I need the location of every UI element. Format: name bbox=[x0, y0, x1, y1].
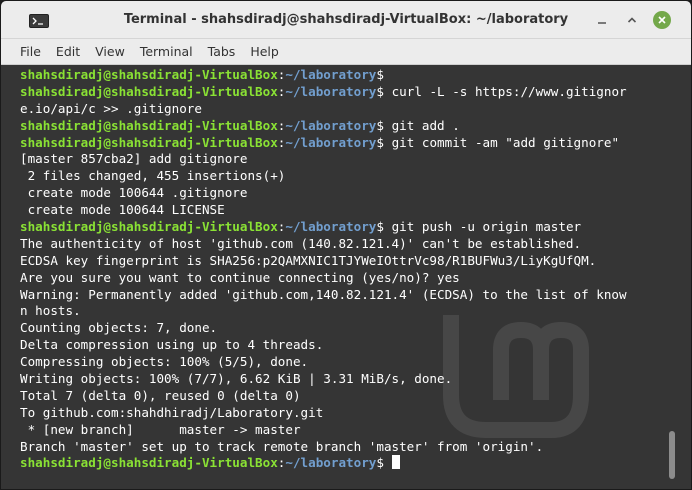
minimize-button[interactable] bbox=[593, 11, 611, 29]
prompt-path: ~/laboratory bbox=[285, 117, 377, 133]
output-text: Counting objects: 7, done. bbox=[20, 320, 218, 336]
output-line: Writing objects: 100% (7/7), 6.62 KiB | … bbox=[20, 371, 627, 388]
window-title: Terminal - shahsdiradj@shahsdiradj-Virtu… bbox=[123, 12, 569, 27]
title-bar[interactable]: Terminal - shahsdiradj@shahsdiradj-Virtu… bbox=[1, 1, 691, 39]
output-line: create mode 100644 .gitignore bbox=[20, 185, 627, 202]
command-text bbox=[384, 455, 392, 470]
output-line: [master 857cba2] add gitignore bbox=[20, 151, 627, 168]
prompt-user: shahsdiradj@shahsdiradj-VirtualBox bbox=[20, 134, 278, 150]
output-line: * [new branch] master -> master bbox=[20, 422, 627, 439]
output-text: Writing objects: 100% (7/7), 6.62 KiB | … bbox=[20, 371, 453, 387]
prompt-user: shahsdiradj@shahsdiradj-VirtualBox bbox=[20, 455, 278, 471]
output-text: To github.com:shahdhiradj/Laboratory.git bbox=[20, 404, 324, 420]
menu-tabs[interactable]: Tabs bbox=[208, 44, 236, 59]
output-line: ECDSA key fingerprint is SHA256:p2QAMXNI… bbox=[20, 253, 627, 270]
minimize-icon bbox=[598, 22, 606, 24]
output-text: Delta compression using up to 4 threads. bbox=[20, 337, 324, 353]
output-line: Branch 'master' set up to track remote b… bbox=[20, 439, 627, 456]
output-text: Branch 'master' set up to track remote b… bbox=[20, 438, 544, 454]
prompt-user: shahsdiradj@shahsdiradj-VirtualBox bbox=[20, 83, 278, 99]
output-text: create mode 100644 .gitignore bbox=[20, 185, 248, 201]
prompt-path: ~/laboratory bbox=[285, 134, 377, 150]
prompt-line: shahsdiradj@shahsdiradj-VirtualBox:~/lab… bbox=[20, 219, 627, 236]
prompt-line: shahsdiradj@shahsdiradj-VirtualBox:~/lab… bbox=[20, 67, 627, 84]
prompt-symbol: $ bbox=[376, 455, 384, 471]
prompt-line: shahsdiradj@shahsdiradj-VirtualBox:~/lab… bbox=[20, 118, 627, 135]
prompt-symbol: $ bbox=[376, 67, 384, 82]
output-text: Are you sure you want to continue connec… bbox=[20, 269, 460, 285]
output-text: ECDSA key fingerprint is SHA256:p2QAMXNI… bbox=[20, 252, 597, 268]
output-line: create mode 100644 LICENSE bbox=[20, 202, 627, 219]
output-line: To github.com:shahdhiradj/Laboratory.git bbox=[20, 405, 627, 422]
prompt-user: shahsdiradj@shahsdiradj-VirtualBox bbox=[20, 219, 278, 235]
output-text: * [new branch] master -> master bbox=[20, 421, 301, 437]
command-text: git push -u origin master bbox=[383, 219, 582, 235]
output-line: Are you sure you want to continue connec… bbox=[20, 270, 627, 287]
command-text: git commit -am "add gitignore" bbox=[383, 134, 620, 150]
output-line: Counting objects: 7, done. bbox=[20, 320, 627, 337]
menu-file[interactable]: File bbox=[20, 44, 41, 59]
output-line: The authenticity of host 'github.com (14… bbox=[20, 236, 627, 253]
command-text: git add . bbox=[383, 117, 460, 133]
prompt-path: ~/laboratory bbox=[285, 219, 377, 235]
prompt-user: shahsdiradj@shahsdiradj-VirtualBox bbox=[20, 67, 278, 82]
menu-help[interactable]: Help bbox=[250, 44, 279, 59]
text-cursor bbox=[391, 455, 400, 470]
prompt-line: shahsdiradj@shahsdiradj-VirtualBox:~/lab… bbox=[20, 455, 627, 472]
terminal-window: Terminal - shahsdiradj@shahsdiradj-Virtu… bbox=[0, 0, 692, 490]
prompt-symbol: $ bbox=[376, 83, 384, 99]
menu-edit[interactable]: Edit bbox=[56, 44, 80, 59]
command-text: curl -L -s https://www.gitignor bbox=[383, 83, 627, 99]
output-text: 2 files changed, 455 insertions(+) bbox=[20, 168, 286, 184]
output-text: create mode 100644 LICENSE bbox=[20, 202, 225, 218]
prompt-user: shahsdiradj@shahsdiradj-VirtualBox bbox=[20, 117, 278, 133]
prompt-symbol: $ bbox=[376, 219, 384, 235]
output-text: Compressing objects: 100% (5/5), done. bbox=[20, 354, 309, 370]
output-line: n hosts. bbox=[20, 303, 627, 320]
output-line: Warning: Permanently added 'github.com,1… bbox=[20, 287, 627, 304]
prompt-path: ~/laboratory bbox=[285, 83, 377, 99]
scrollbar-thumb[interactable] bbox=[669, 431, 675, 479]
output-line: Total 7 (delta 0), reused 0 (delta 0) bbox=[20, 388, 627, 405]
output-line: Compressing objects: 100% (5/5), done. bbox=[20, 354, 627, 371]
menu-view[interactable]: View bbox=[95, 44, 125, 59]
terminal-area[interactable]: shahsdiradj@shahsdiradj-VirtualBox:~/lab… bbox=[1, 65, 691, 489]
menu-terminal[interactable]: Terminal bbox=[140, 44, 193, 59]
prompt-path: ~/laboratory bbox=[285, 67, 377, 82]
output-text: The authenticity of host 'github.com (14… bbox=[20, 235, 582, 251]
output-line: e.io/api/c >> .gitignore bbox=[20, 101, 627, 118]
prompt-line: shahsdiradj@shahsdiradj-VirtualBox:~/lab… bbox=[20, 84, 627, 101]
output-text: Warning: Permanently added 'github.com,1… bbox=[20, 286, 627, 302]
output-line: Delta compression using up to 4 threads. bbox=[20, 337, 627, 354]
output-text: e.io/api/c >> .gitignore bbox=[20, 100, 202, 116]
terminal-output: shahsdiradj@shahsdiradj-VirtualBox:~/lab… bbox=[20, 67, 627, 472]
output-line: 2 files changed, 455 insertions(+) bbox=[20, 168, 627, 185]
close-button[interactable] bbox=[653, 11, 671, 29]
prompt-symbol: $ bbox=[376, 117, 384, 133]
prompt-path: ~/laboratory bbox=[285, 455, 377, 471]
output-text: Total 7 (delta 0), reused 0 (delta 0) bbox=[20, 387, 301, 403]
close-icon bbox=[658, 16, 666, 24]
maximize-button[interactable] bbox=[623, 11, 641, 29]
maximize-icon bbox=[627, 17, 637, 23]
output-text: [master 857cba2] add gitignore bbox=[20, 151, 248, 167]
output-text: n hosts. bbox=[20, 303, 81, 319]
prompt-line: shahsdiradj@shahsdiradj-VirtualBox:~/lab… bbox=[20, 135, 627, 152]
menu-bar: File Edit View Terminal Tabs Help bbox=[1, 39, 691, 65]
prompt-symbol: $ bbox=[376, 134, 384, 150]
